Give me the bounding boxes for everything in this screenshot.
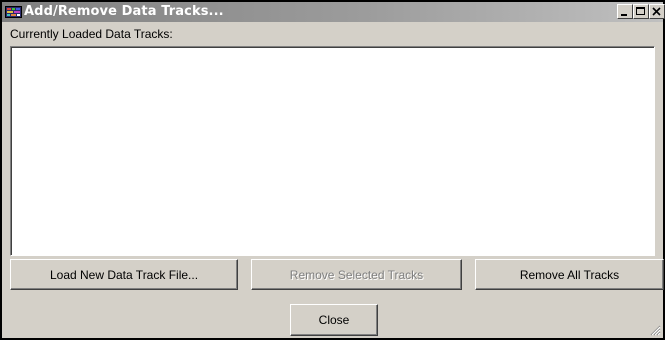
- minimize-icon: [621, 14, 627, 16]
- resize-grip-icon[interactable]: [649, 324, 661, 336]
- window-title: Add/Remove Data Tracks...: [24, 4, 224, 19]
- load-new-data-track-button[interactable]: Load New Data Track File...: [10, 259, 238, 290]
- remove-all-tracks-button[interactable]: Remove All Tracks: [475, 259, 664, 290]
- loaded-tracks-label: Currently Loaded Data Tracks:: [10, 27, 173, 41]
- maximize-icon: [636, 7, 645, 15]
- loaded-tracks-list[interactable]: [10, 46, 655, 256]
- maximize-button[interactable]: [633, 4, 649, 19]
- close-button[interactable]: Close: [290, 304, 378, 336]
- title-bar[interactable]: Add/Remove Data Tracks...: [2, 2, 665, 22]
- close-icon: [652, 7, 661, 16]
- add-remove-data-tracks-window: Add/Remove Data Tracks... Currently Load…: [0, 0, 665, 340]
- minimize-button[interactable]: [617, 4, 633, 19]
- data-tracks-app-icon: [5, 6, 22, 18]
- close-window-button[interactable]: [649, 4, 665, 19]
- remove-selected-tracks-button[interactable]: Remove Selected Tracks: [251, 259, 462, 290]
